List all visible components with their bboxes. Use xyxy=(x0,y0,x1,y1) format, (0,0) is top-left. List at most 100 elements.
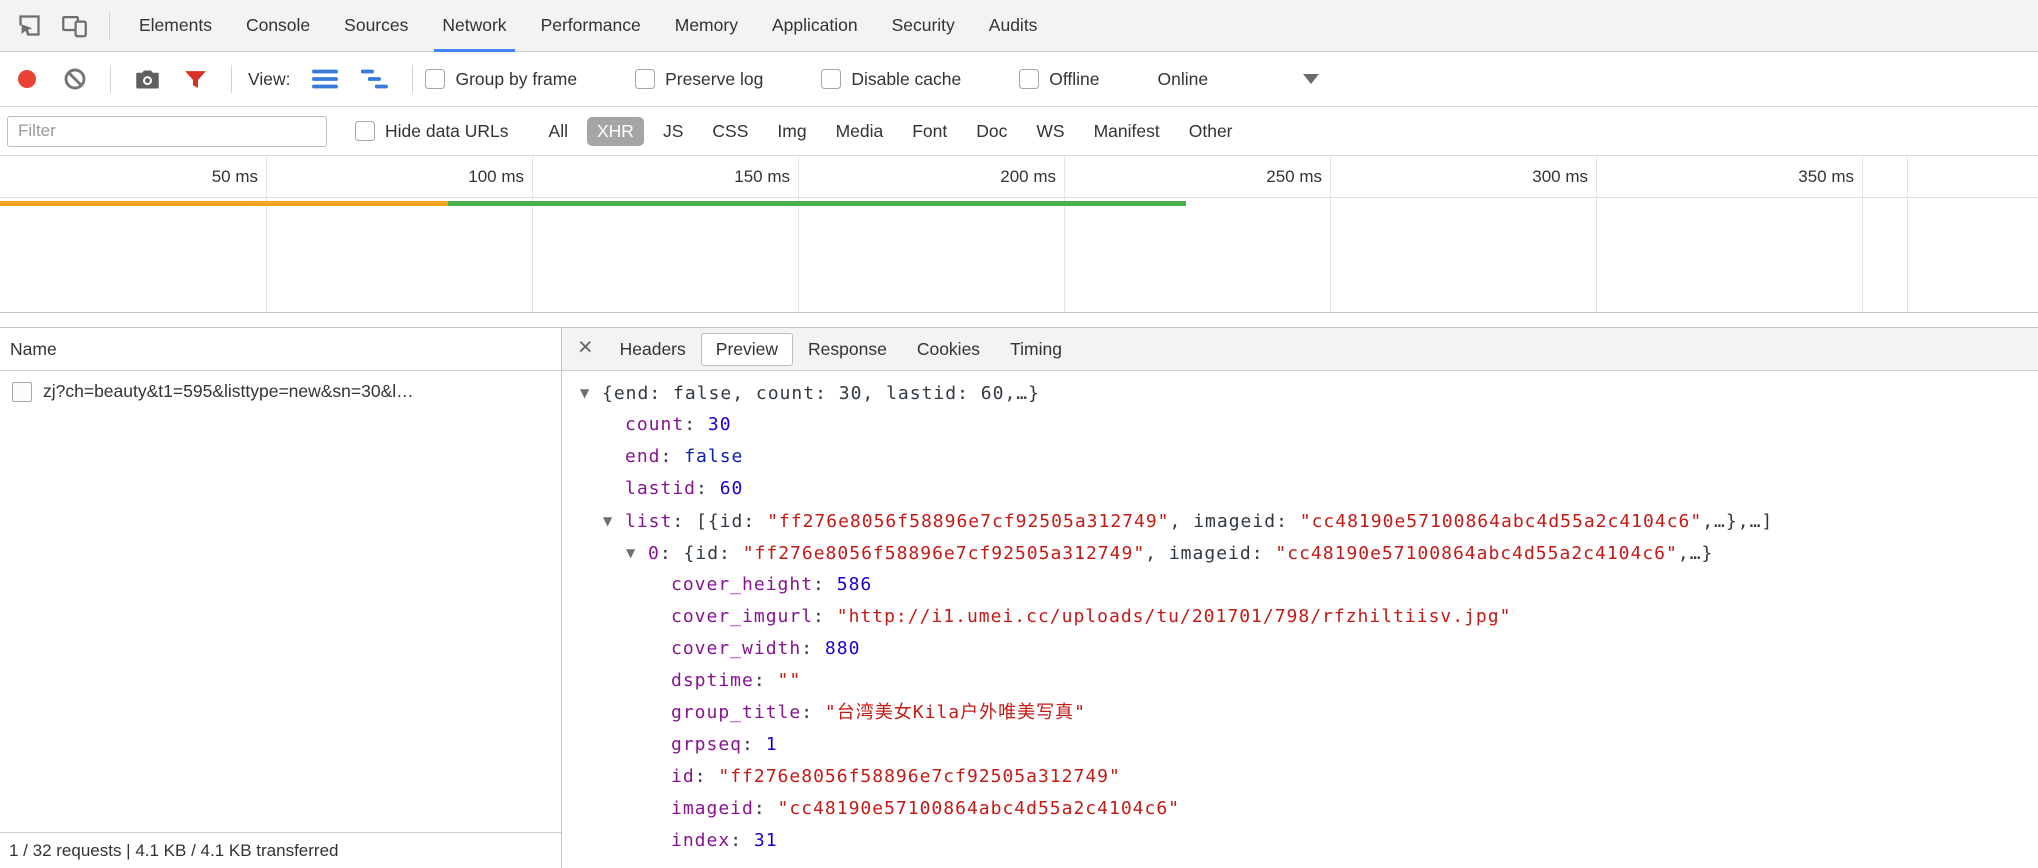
filter-input[interactable] xyxy=(7,116,327,147)
tab-network[interactable]: Network xyxy=(425,0,523,52)
large-request-rows-icon[interactable] xyxy=(311,65,339,93)
detail-tab-response[interactable]: Response xyxy=(793,333,902,366)
show-overview-waterfall-icon[interactable] xyxy=(361,65,389,93)
disable-cache-checkbox[interactable]: Disable cache xyxy=(821,69,961,90)
tree-line[interactable]: ▼list: [{id: "ff276e8056f58896e7cf92505a… xyxy=(562,505,2038,537)
detail-tab-timing[interactable]: Timing xyxy=(995,333,1077,366)
filter-pill-xhr[interactable]: XHR xyxy=(587,117,644,146)
tree-part-num: 60 xyxy=(720,478,744,499)
tree-part-str: "ff276e8056f58896e7cf92505a312749" xyxy=(743,543,1145,564)
filter-pill-doc[interactable]: Doc xyxy=(966,117,1017,146)
table-row[interactable]: zj?ch=beauty&t1=595&listtype=new&sn=30&l… xyxy=(0,371,561,412)
inspect-element-icon[interactable] xyxy=(16,12,43,39)
tree-part-str: "cc48190e57100864abc4d55a2c4104c6" xyxy=(778,798,1180,819)
main-split: Name zj?ch=beauty&t1=595&listtype=new&sn… xyxy=(0,327,2038,868)
tree-part-str: "ff276e8056f58896e7cf92505a312749" xyxy=(767,511,1169,532)
tree-part-plain: : xyxy=(813,606,837,627)
tree-line[interactable]: imageid: "cc48190e57100864abc4d55a2c4104… xyxy=(562,793,2038,825)
group-by-frame-checkbox[interactable]: Group by frame xyxy=(425,69,577,90)
tab-audits[interactable]: Audits xyxy=(972,0,1055,52)
record-button[interactable] xyxy=(18,70,36,88)
tab-sources[interactable]: Sources xyxy=(327,0,425,52)
expand-arrow-icon[interactable]: ▼ xyxy=(603,505,625,537)
tree-part-name: list xyxy=(625,511,672,532)
tree-part-name: end xyxy=(625,446,661,467)
tab-security[interactable]: Security xyxy=(875,0,972,52)
offline-checkbox[interactable]: Offline xyxy=(1019,69,1099,90)
filter-pill-font[interactable]: Font xyxy=(902,117,957,146)
detail-pane: × HeadersPreviewResponseCookiesTiming ▼{… xyxy=(562,328,2038,868)
file-icon xyxy=(12,382,32,402)
filter-pill-js[interactable]: JS xyxy=(653,117,693,146)
hide-data-urls-checkbox[interactable]: Hide data URLs xyxy=(355,121,509,142)
timeline-load-bar xyxy=(448,201,1186,206)
timeline-overview[interactable]: 50 ms100 ms150 ms200 ms250 ms300 ms350 m… xyxy=(0,156,2038,313)
preview-tree: ▼{end: false, count: 30, lastid: 60,…}co… xyxy=(562,371,2038,868)
tree-part-plain: {end: false, count: 30, lastid: 60,…} xyxy=(602,383,1040,404)
filter-pill-ws[interactable]: WS xyxy=(1026,117,1074,146)
expand-arrow-icon[interactable]: ▼ xyxy=(580,377,602,409)
tab-elements[interactable]: Elements xyxy=(122,0,229,52)
tree-line[interactable]: ▼{end: false, count: 30, lastid: 60,…} xyxy=(562,377,2038,409)
tree-part-num: 880 xyxy=(825,638,861,659)
chevron-down-icon xyxy=(1303,74,1319,84)
timeline-gridline xyxy=(1862,156,1863,312)
tree-line[interactable]: cover_width: 880 xyxy=(562,633,2038,665)
detail-tab-headers[interactable]: Headers xyxy=(605,333,701,366)
filter-pill-img[interactable]: Img xyxy=(767,117,816,146)
filter-pill-css[interactable]: CSS xyxy=(702,117,758,146)
filter-pill-other[interactable]: Other xyxy=(1179,117,1243,146)
timeline-tick-label: 150 ms xyxy=(734,156,790,198)
filter-pills: All XHR JS CSS Img Media Font Doc WS Manifest Othe… xyxy=(539,117,1252,146)
clear-icon[interactable] xyxy=(63,67,87,91)
requests-summary: 1 / 32 requests | 4.1 KB / 4.1 KB transf… xyxy=(9,841,338,861)
filter-pill-all[interactable]: All xyxy=(539,117,578,146)
screenshot-camera-icon[interactable] xyxy=(134,66,161,93)
close-icon[interactable]: × xyxy=(570,335,605,363)
toolbar-separator xyxy=(412,65,413,93)
overview-gap xyxy=(0,313,2038,327)
tab-memory[interactable]: Memory xyxy=(658,0,755,52)
device-toolbar-icon[interactable] xyxy=(61,12,88,39)
name-header-label: Name xyxy=(10,339,57,360)
timeline-tick-label: 200 ms xyxy=(1000,156,1056,198)
filter-pill-media[interactable]: Media xyxy=(826,117,894,146)
tree-part-str: "cc48190e57100864abc4d55a2c4104c6" xyxy=(1275,543,1677,564)
throttling-dropdown[interactable]: Online xyxy=(1158,69,1320,90)
group-by-frame-label: Group by frame xyxy=(455,69,577,90)
tree-line[interactable]: end: false xyxy=(562,441,2038,473)
tree-line[interactable]: cover_height: 586 xyxy=(562,569,2038,601)
tree-line[interactable]: dsptime: "" xyxy=(562,665,2038,697)
tab-performance[interactable]: Performance xyxy=(524,0,658,52)
preserve-log-checkbox[interactable]: Preserve log xyxy=(635,69,763,90)
tree-line[interactable]: count: 30 xyxy=(562,409,2038,441)
tree-line[interactable]: id: "ff276e8056f58896e7cf92505a312749" xyxy=(562,761,2038,793)
tree-line[interactable]: lastid: 60 xyxy=(562,473,2038,505)
expand-arrow-icon[interactable]: ▼ xyxy=(626,537,648,569)
tree-part-plain: : xyxy=(801,702,825,723)
tree-part-name: index xyxy=(671,830,730,851)
tree-part-name: cover_imgurl xyxy=(671,606,813,627)
tree-line[interactable]: grpseq: 1 xyxy=(562,729,2038,761)
name-column-header[interactable]: Name xyxy=(0,328,561,371)
tree-line[interactable]: group_title: "台湾美女Kila户外唯美写真" xyxy=(562,697,2038,729)
detail-tab-preview[interactable]: Preview xyxy=(701,333,793,366)
tree-line[interactable]: index: 31 xyxy=(562,825,2038,857)
detail-tabs: HeadersPreviewResponseCookiesTiming xyxy=(605,333,1077,366)
detail-tab-cookies[interactable]: Cookies xyxy=(902,333,995,366)
timeline-load-bar xyxy=(0,201,448,206)
tab-application[interactable]: Application xyxy=(755,0,875,52)
preserve-log-label: Preserve log xyxy=(665,69,763,90)
requests-pane: Name zj?ch=beauty&t1=595&listtype=new&sn… xyxy=(0,328,562,868)
tree-line[interactable]: cover_imgurl: "http://i1.umei.cc/uploads… xyxy=(562,601,2038,633)
checkbox-box xyxy=(355,121,375,141)
timeline-gridline xyxy=(798,156,799,312)
tab-console[interactable]: Console xyxy=(229,0,327,52)
tree-part-plain: : xyxy=(661,446,685,467)
filter-pill-manifest[interactable]: Manifest xyxy=(1084,117,1170,146)
tree-line[interactable]: ▼0: {id: "ff276e8056f58896e7cf92505a3127… xyxy=(562,537,2038,569)
timeline-tick-label: 100 ms xyxy=(468,156,524,198)
request-name: zj?ch=beauty&t1=595&listtype=new&sn=30&l… xyxy=(43,381,414,402)
timeline-gridline xyxy=(1064,156,1065,312)
filter-funnel-icon[interactable] xyxy=(183,67,208,92)
